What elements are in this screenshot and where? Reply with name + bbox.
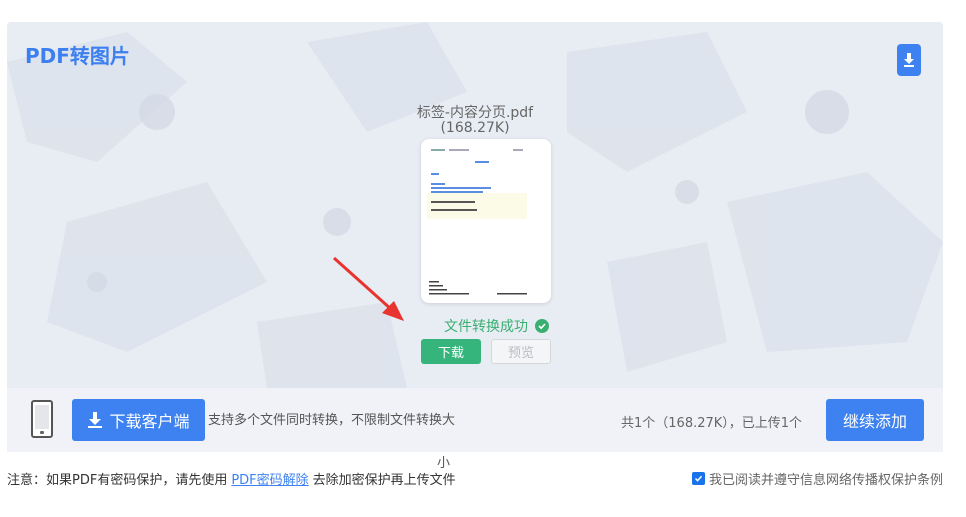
pdf-password-remove-link[interactable]: PDF密码解除 xyxy=(231,469,308,488)
upload-count: 共1个（168.27K），已上传1个 xyxy=(621,416,803,431)
checkmark-icon xyxy=(694,475,703,482)
check-circle-icon xyxy=(535,319,549,333)
note-prefix: 注意：如果PDF有密码保护，请先使用 xyxy=(7,473,228,488)
download-client-label: 下载客户端 xyxy=(109,412,190,431)
action-bar: 下载客户端 支持多个文件同时转换，不限制文件转换大 共1个（168.27K），已… xyxy=(7,388,943,452)
continue-add-button[interactable]: 继续添加 xyxy=(826,399,924,441)
status-text: 文件转换成功 xyxy=(444,319,528,335)
page-title: PDF转图片 xyxy=(25,44,130,68)
download-client-button[interactable]: 下载客户端 xyxy=(72,399,205,441)
agree-label: 我已阅读并遵守信息网络传播权保护条例 xyxy=(709,473,944,488)
preview-button[interactable]: 预览 xyxy=(491,339,551,364)
agree-checkbox[interactable] xyxy=(692,472,705,485)
download-icon xyxy=(88,412,103,428)
note-suffix: 去除加密保护再上传文件 xyxy=(312,473,456,488)
download-icon xyxy=(904,53,914,67)
file-name: 标签-内容分页.pdf xyxy=(416,105,534,121)
agreement[interactable]: 我已阅读并遵守信息网络传播权保护条例 xyxy=(692,469,943,488)
file-size: (168.27K) xyxy=(440,120,510,136)
pointer-arrow-icon xyxy=(332,256,404,321)
download-button[interactable]: 下载 xyxy=(421,339,481,364)
conversion-status: 文件转换成功 xyxy=(444,316,549,336)
password-note: 注意：如果PDF有密码保护，请先使用 PDF密码解除 去除加密保护再上传文件 xyxy=(7,469,456,488)
document-preview-image xyxy=(427,149,527,295)
converter-panel: PDF转图片 标签-内容分页.pdf (168.27K) 文件转换成功 下载 预… xyxy=(7,22,943,388)
upload-tip: 支持多个文件同时转换，不限制文件转换大 xyxy=(208,413,456,428)
download-all-button[interactable] xyxy=(897,44,921,76)
phone-icon xyxy=(31,400,53,438)
file-thumbnail[interactable] xyxy=(421,139,551,303)
